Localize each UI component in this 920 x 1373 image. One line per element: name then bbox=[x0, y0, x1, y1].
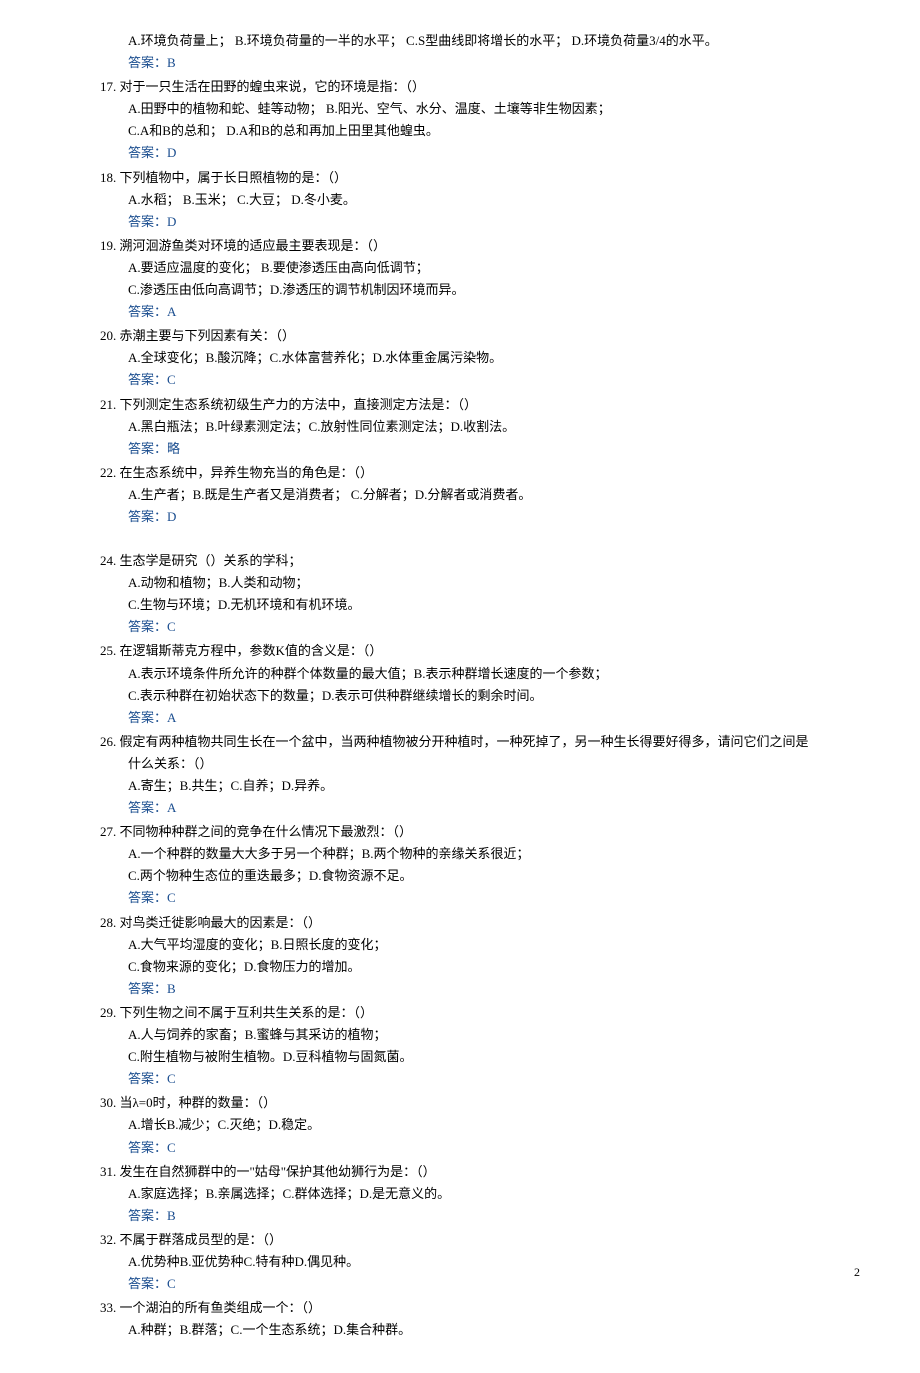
question-options: A.一个种群的数量大大多于另一个种群；B.两个物种的亲缘关系很近； bbox=[100, 843, 820, 865]
question-item: 32. 不属于群落成员型的是：（）A.优势种B.亚优势种C.特有种D.偶见种。答… bbox=[100, 1229, 820, 1295]
question-answer: 答案：C bbox=[100, 369, 820, 391]
question-options: A.水稻； B.玉米； C.大豆； D.冬小麦。 bbox=[100, 189, 820, 211]
question-stem: 27. 不同物种种群之间的竞争在什么情况下最激烈：（） bbox=[100, 821, 820, 843]
question-item: 25. 在逻辑斯蒂克方程中，参数K值的含义是：（）A.表示环境条件所允许的种群个… bbox=[100, 640, 820, 728]
question-answer: 答案：B bbox=[100, 52, 820, 74]
question-answer: 答案：B bbox=[100, 978, 820, 1000]
question-answer: 答案：A bbox=[100, 797, 820, 819]
question-answer: 答案：略 bbox=[100, 438, 820, 460]
question-options: C.两个物种生态位的重迭最多；D.食物资源不足。 bbox=[100, 865, 820, 887]
question-options: C.食物来源的变化；D.食物压力的增加。 bbox=[100, 956, 820, 978]
question-stem: 29. 下列生物之间不属于互利共生关系的是：（） bbox=[100, 1002, 820, 1024]
question-stem: 28. 对鸟类迁徙影响最大的因素是：（） bbox=[100, 912, 820, 934]
question-stem: 25. 在逻辑斯蒂克方程中，参数K值的含义是：（） bbox=[100, 640, 820, 662]
question-options: A.寄生；B.共生；C.自养；D.异养。 bbox=[100, 775, 820, 797]
question-options: A.表示环境条件所允许的种群个体数量的最大值；B.表示种群增长速度的一个参数； bbox=[100, 663, 820, 685]
question-list: A.环境负荷量上； B.环境负荷量的一半的水平； C.S型曲线即将增长的水平； … bbox=[100, 30, 820, 1341]
question-item: A.环境负荷量上； B.环境负荷量的一半的水平； C.S型曲线即将增长的水平； … bbox=[100, 30, 820, 74]
question-options: A.优势种B.亚优势种C.特有种D.偶见种。 bbox=[100, 1251, 820, 1273]
question-options: A.全球变化；B.酸沉降；C.水体富营养化；D.水体重金属污染物。 bbox=[100, 347, 820, 369]
question-stem: 32. 不属于群落成员型的是：（） bbox=[100, 1229, 820, 1251]
question-stem: 19. 溯河洄游鱼类对环境的适应最主要表现是：（） bbox=[100, 235, 820, 257]
question-answer: 答案：C bbox=[100, 1273, 820, 1295]
question-answer: 答案：B bbox=[100, 1205, 820, 1227]
question-options: A.增长B.减少；C.灭绝；D.稳定。 bbox=[100, 1114, 820, 1136]
question-item: 30. 当λ=0时，种群的数量：（）A.增长B.减少；C.灭绝；D.稳定。答案：… bbox=[100, 1092, 820, 1158]
question-stem: 20. 赤潮主要与下列因素有关：（） bbox=[100, 325, 820, 347]
question-answer: 答案：D bbox=[100, 142, 820, 164]
question-answer: 答案：C bbox=[100, 887, 820, 909]
question-stem: 26. 假定有两种植物共同生长在一个盆中，当两种植物被分开种植时，一种死掉了，另… bbox=[100, 731, 820, 775]
question-options: C.生物与环境；D.无机环境和有机环境。 bbox=[100, 594, 820, 616]
question-item: 17. 对于一只生活在田野的蝗虫来说，它的环境是指：（）A.田野中的植物和蛇、蛙… bbox=[100, 76, 820, 164]
question-options: A.生产者；B.既是生产者又是消费者； C.分解者；D.分解者或消费者。 bbox=[100, 484, 820, 506]
question-options: C.渗透压由低向高调节；D.渗透压的调节机制因环境而异。 bbox=[100, 279, 820, 301]
question-stem: 18. 下列植物中，属于长日照植物的是：（） bbox=[100, 167, 820, 189]
question-item: 21. 下列测定生态系统初级生产力的方法中，直接测定方法是：（）A.黑白瓶法；B… bbox=[100, 394, 820, 460]
question-stem: 24. 生态学是研究（）关系的学科； bbox=[100, 550, 820, 572]
question-item: 29. 下列生物之间不属于互利共生关系的是：（）A.人与饲养的家畜；B.蜜蜂与其… bbox=[100, 1002, 820, 1090]
question-answer: 答案：C bbox=[100, 1137, 820, 1159]
page-number: 2 bbox=[854, 1262, 860, 1282]
question-options: A.种群；B.群落；C.一个生态系统；D.集合种群。 bbox=[100, 1319, 820, 1341]
question-item: 27. 不同物种种群之间的竞争在什么情况下最激烈：（）A.一个种群的数量大大多于… bbox=[100, 821, 820, 909]
question-item: 26. 假定有两种植物共同生长在一个盆中，当两种植物被分开种植时，一种死掉了，另… bbox=[100, 731, 820, 819]
question-options: A.人与饲养的家畜；B.蜜蜂与其采访的植物； bbox=[100, 1024, 820, 1046]
question-options: A.动物和植物；B.人类和动物； bbox=[100, 572, 820, 594]
question-stem: 31. 发生在自然狮群中的一"姑母"保护其他幼狮行为是：（） bbox=[100, 1161, 820, 1183]
question-options: A.黑白瓶法；B.叶绿素测定法；C.放射性同位素测定法；D.收割法。 bbox=[100, 416, 820, 438]
question-item: 22. 在生态系统中，异养生物充当的角色是：（）A.生产者；B.既是生产者又是消… bbox=[100, 462, 820, 528]
question-options: A.大气平均湿度的变化；B.日照长度的变化； bbox=[100, 934, 820, 956]
question-options: A.田野中的植物和蛇、蛙等动物； B.阳光、空气、水分、温度、土壤等非生物因素； bbox=[100, 98, 820, 120]
question-stem: 33. 一个湖泊的所有鱼类组成一个：（） bbox=[100, 1297, 820, 1319]
question-answer: 答案：A bbox=[100, 301, 820, 323]
question-stem: 30. 当λ=0时，种群的数量：（） bbox=[100, 1092, 820, 1114]
question-answer: 答案：A bbox=[100, 707, 820, 729]
question-item: 31. 发生在自然狮群中的一"姑母"保护其他幼狮行为是：（）A.家庭选择；B.亲… bbox=[100, 1161, 820, 1227]
question-answer: 答案：C bbox=[100, 1068, 820, 1090]
question-item: 28. 对鸟类迁徙影响最大的因素是：（）A.大气平均湿度的变化；B.日照长度的变… bbox=[100, 912, 820, 1000]
question-options: A.环境负荷量上； B.环境负荷量的一半的水平； C.S型曲线即将增长的水平； … bbox=[100, 30, 820, 52]
question-options: C.A和B的总和； D.A和B的总和再加上田里其他蝗虫。 bbox=[100, 120, 820, 142]
question-item: 19. 溯河洄游鱼类对环境的适应最主要表现是：（）A.要适应温度的变化； B.要… bbox=[100, 235, 820, 323]
question-answer: 答案：D bbox=[100, 211, 820, 233]
question-item: 33. 一个湖泊的所有鱼类组成一个：（）A.种群；B.群落；C.一个生态系统；D… bbox=[100, 1297, 820, 1341]
question-stem: 17. 对于一只生活在田野的蝗虫来说，它的环境是指：（） bbox=[100, 76, 820, 98]
question-options: C.附生植物与被附生植物。D.豆科植物与固氮菌。 bbox=[100, 1046, 820, 1068]
question-answer: 答案：D bbox=[100, 506, 820, 528]
question-item: 20. 赤潮主要与下列因素有关：（）A.全球变化；B.酸沉降；C.水体富营养化；… bbox=[100, 325, 820, 391]
question-item: 18. 下列植物中，属于长日照植物的是：（）A.水稻； B.玉米； C.大豆； … bbox=[100, 167, 820, 233]
question-options: A.要适应温度的变化； B.要使渗透压由高向低调节； bbox=[100, 257, 820, 279]
question-stem: 21. 下列测定生态系统初级生产力的方法中，直接测定方法是：（） bbox=[100, 394, 820, 416]
question-stem: 22. 在生态系统中，异养生物充当的角色是：（） bbox=[100, 462, 820, 484]
question-options: C.表示种群在初始状态下的数量；D.表示可供种群继续增长的剩余时间。 bbox=[100, 685, 820, 707]
question-options: A.家庭选择；B.亲属选择；C.群体选择；D.是无意义的。 bbox=[100, 1183, 820, 1205]
question-item: 24. 生态学是研究（）关系的学科；A.动物和植物；B.人类和动物；C.生物与环… bbox=[100, 550, 820, 638]
question-answer: 答案：C bbox=[100, 616, 820, 638]
